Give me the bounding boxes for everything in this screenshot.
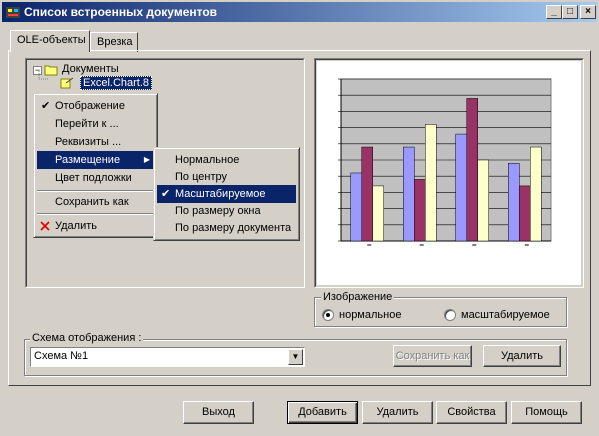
bar (372, 185, 384, 242)
menu-item-label: Удалить (55, 220, 97, 232)
menu-item-label: По размеру окна (175, 205, 261, 217)
menu-separator (37, 213, 154, 215)
minimize-button[interactable]: _ (546, 5, 562, 19)
scheme-delete-button[interactable]: Удалить (483, 345, 561, 367)
bar (455, 133, 467, 242)
submenu-item-scalable[interactable]: ✔ Масштабируемое (157, 185, 296, 203)
menu-item-label: По размеру документа (175, 222, 292, 234)
tab-label: OLE-объекты (17, 34, 86, 46)
main-window: Список встроенных документов _ □ × OLE-о… (0, 0, 599, 436)
menu-item-bg-color[interactable]: Цвет подложки (37, 169, 154, 187)
tab-inset[interactable]: Врезка (90, 32, 138, 52)
tab-label: Врезка (97, 36, 133, 48)
menu-separator (37, 190, 154, 192)
window-title: Список встроенных документов (24, 5, 218, 19)
menu-item-label: Цвет подложки (55, 172, 132, 184)
title-bar[interactable]: Список встроенных документов _ □ × (2, 2, 597, 22)
menu-item-label: По центру (175, 171, 227, 183)
combo-dropdown-button[interactable]: ▼ (288, 349, 303, 365)
tree-connector-icon (38, 71, 49, 80)
scheme-save-button[interactable]: Сохранить как (393, 345, 472, 367)
menu-item-display[interactable]: ✔ Отображение (37, 97, 154, 115)
scheme-combobox[interactable]: Схема №1 ▼ (30, 347, 305, 367)
check-icon: ✔ (161, 188, 171, 200)
submenu-item-fit-document[interactable]: По размеру документа (157, 219, 296, 237)
exit-button[interactable]: Выход (183, 401, 254, 424)
placement-submenu: Нормальное По центру ✔ Масштабируемое По… (153, 147, 300, 241)
tree-item-documents[interactable]: Документы (62, 63, 119, 75)
check-icon: ✔ (41, 100, 51, 112)
bar (477, 159, 489, 242)
menu-item-goto[interactable]: Перейти к ... (37, 115, 154, 133)
menu-item-label: Сохранить как (55, 196, 129, 208)
scheme-selected: Схема №1 (34, 350, 89, 362)
chevron-down-icon: ▼ (291, 352, 300, 361)
bar (361, 146, 373, 242)
bar (425, 124, 437, 242)
menu-item-details[interactable]: Реквизиты ... (37, 133, 154, 151)
help-button[interactable]: Помощь (511, 401, 582, 424)
bar (466, 98, 478, 242)
menu-item-placement[interactable]: Размещение ▶ (37, 151, 154, 169)
properties-button[interactable]: Свойства (436, 401, 507, 424)
menu-item-label: Размещение (55, 154, 121, 166)
tab-ole-objects[interactable]: OLE-объекты (10, 30, 90, 52)
submenu-item-normal[interactable]: Нормальное (157, 151, 296, 169)
menu-item-label: Отображение (55, 100, 125, 112)
menu-item-label: Масштабируемое (175, 188, 266, 200)
bar (508, 162, 520, 242)
menu-item-label: Нормальное (175, 154, 240, 166)
document-icon (60, 77, 74, 89)
maximize-icon: □ (566, 6, 574, 17)
submenu-arrow-icon: ▶ (143, 155, 150, 164)
radio-scalable[interactable] (444, 309, 456, 321)
context-menu: ✔ Отображение Перейти к ... Реквизиты ..… (33, 93, 158, 238)
minimize-icon: _ (551, 6, 557, 17)
image-group-label: Изображение (321, 291, 395, 303)
chart-preview-panel[interactable] (314, 58, 584, 288)
delete-x-icon (40, 221, 50, 231)
radio-normal-label[interactable]: нормальное (339, 309, 401, 321)
bar (530, 146, 542, 242)
bar (350, 172, 362, 242)
radio-normal[interactable] (322, 309, 334, 321)
tree-item-excel-chart[interactable]: Excel.Chart.8 (80, 76, 153, 90)
close-icon: × (585, 6, 591, 17)
add-button[interactable]: Добавить (287, 401, 358, 424)
app-icon (6, 7, 20, 18)
menu-item-label: Перейти к ... (55, 118, 119, 130)
submenu-item-fit-window[interactable]: По размеру окна (157, 202, 296, 220)
menu-item-save-as[interactable]: Сохранить как (37, 193, 154, 211)
submenu-item-center[interactable]: По центру (157, 168, 296, 186)
bar (519, 185, 531, 242)
menu-item-label: Реквизиты ... (55, 136, 122, 148)
bar (414, 179, 426, 242)
maximize-button[interactable]: □ (562, 5, 578, 19)
radio-scalable-label[interactable]: масштабируемое (461, 309, 550, 321)
close-button[interactable]: × (580, 5, 596, 19)
delete-button[interactable]: Удалить (362, 401, 433, 424)
chart (317, 61, 581, 285)
bar (403, 146, 415, 242)
menu-item-delete[interactable]: Удалить (37, 217, 154, 235)
radio-dot (326, 313, 330, 317)
scheme-group-label: Схема отображения : (30, 332, 144, 344)
